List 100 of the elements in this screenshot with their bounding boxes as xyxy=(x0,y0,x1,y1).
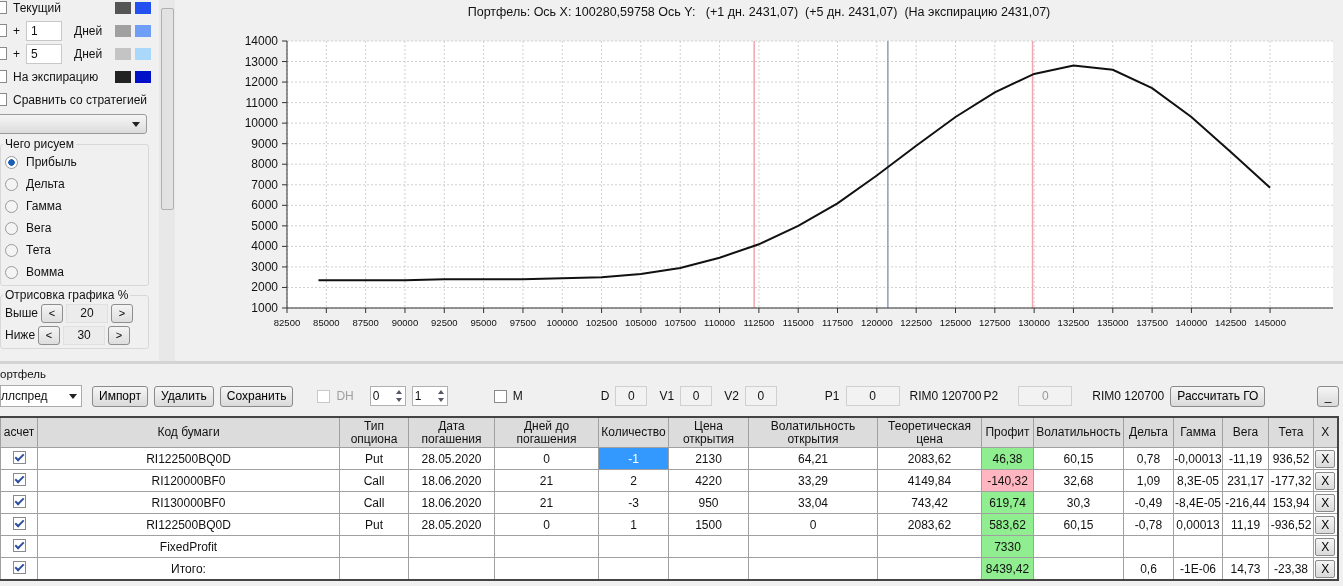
column-header[interactable]: Гамма xyxy=(1173,417,1223,448)
color-swatch[interactable] xyxy=(115,1,131,14)
column-header[interactable]: Профит xyxy=(981,417,1034,448)
column-header[interactable]: Волатильность xyxy=(1033,417,1124,448)
table-cell: RI122500BQ0D xyxy=(37,513,340,536)
radio-label: Вомма xyxy=(26,265,64,279)
radio-button[interactable] xyxy=(5,155,18,169)
tick-label: 132500 xyxy=(1057,317,1090,328)
tick-label: 110000 xyxy=(704,317,736,328)
checkbox[interactable] xyxy=(12,538,26,552)
decrease-button[interactable]: < xyxy=(38,325,61,345)
color-swatch[interactable] xyxy=(115,47,131,60)
column-header[interactable]: Код бумаги xyxy=(37,417,340,448)
increase-button[interactable]: > xyxy=(108,325,131,345)
column-header[interactable]: Дельта xyxy=(1123,417,1174,448)
price-field[interactable]: 0 xyxy=(845,386,900,406)
table-cell: RI130000BF0 xyxy=(37,491,340,514)
delete-button[interactable]: X xyxy=(1315,471,1336,490)
color-swatch[interactable] xyxy=(135,24,151,37)
tick-label: 137500 xyxy=(1136,317,1168,328)
delete-button[interactable]: X xyxy=(1315,493,1336,512)
checkbox[interactable] xyxy=(12,494,26,508)
tick-label: 6000 xyxy=(251,198,278,213)
range-value: 30 xyxy=(63,325,106,345)
scrollbar[interactable] xyxy=(159,0,175,361)
minimize-button[interactable]: _ xyxy=(1317,385,1339,407)
column-header[interactable]: Тип опциона xyxy=(339,417,409,448)
value-field[interactable]: 0 xyxy=(744,386,777,406)
column-header[interactable]: Цена открытия xyxy=(668,417,749,448)
column-header[interactable]: Дата погашения xyxy=(408,417,495,448)
column-header[interactable]: Теоретическая цена xyxy=(877,417,982,448)
column-header[interactable]: Волатильность открытия xyxy=(748,417,878,448)
toolbar-button[interactable]: Сохранить xyxy=(219,385,294,407)
table-cell: FixedProfit xyxy=(37,535,340,558)
field-label: V1 xyxy=(659,389,675,403)
tick-label: 145000 xyxy=(1254,317,1286,328)
tick-label: 3000 xyxy=(251,259,278,274)
radio-button[interactable] xyxy=(5,265,18,279)
color-swatch[interactable] xyxy=(135,70,151,83)
tick-label: 10000 xyxy=(244,116,278,131)
column-header[interactable]: Вега xyxy=(1222,417,1269,448)
strategy-dropdown[interactable] xyxy=(0,114,147,134)
checkbox[interactable] xyxy=(12,472,26,486)
color-swatch[interactable] xyxy=(115,24,131,37)
delete-button[interactable]: X xyxy=(1315,449,1336,468)
days-label: Дней xyxy=(74,23,103,38)
days-label: Дней xyxy=(74,46,103,61)
tick-label: 92500 xyxy=(431,317,458,328)
toolbar-button[interactable]: Удалить xyxy=(153,385,214,407)
checkbox[interactable] xyxy=(12,560,26,574)
increase-button[interactable]: > xyxy=(110,303,133,323)
tick-label: 125000 xyxy=(939,317,972,328)
radio-button[interactable] xyxy=(5,243,18,257)
caret-icon xyxy=(69,393,77,399)
column-header[interactable]: асчет xyxy=(0,417,38,448)
column-header[interactable]: X xyxy=(1313,417,1338,448)
column-header[interactable]: Тета xyxy=(1268,417,1314,448)
tick-label: 12000 xyxy=(244,75,278,90)
tick-label: 13000 xyxy=(244,54,278,69)
tick-label: 11000 xyxy=(245,95,278,110)
toolbar-button[interactable]: Импорт xyxy=(92,385,148,407)
tick-label: 127500 xyxy=(978,317,1011,328)
tick-label: 122500 xyxy=(900,317,932,328)
delete-button[interactable]: X xyxy=(1315,537,1336,556)
checkbox[interactable] xyxy=(12,450,26,464)
tick-label: 7000 xyxy=(251,177,278,192)
spin-box[interactable]: 0 xyxy=(369,386,406,406)
radio-label: Тета xyxy=(26,243,51,257)
tick-label: 107500 xyxy=(664,317,697,328)
checkbox[interactable] xyxy=(493,389,507,403)
decrease-button[interactable]: < xyxy=(40,303,63,323)
days-input[interactable]: 1 xyxy=(26,20,62,41)
spin-box[interactable]: 1 xyxy=(411,386,448,406)
radio-button[interactable] xyxy=(5,221,18,235)
days-input[interactable]: 5 xyxy=(26,43,62,64)
tick-label: 14000 xyxy=(244,34,278,48)
range-label: Ниже xyxy=(5,328,36,342)
column-header[interactable]: Дней до погашения xyxy=(494,417,599,448)
radio-button[interactable] xyxy=(5,199,18,213)
color-swatch[interactable] xyxy=(135,47,151,60)
range-value: 20 xyxy=(65,303,108,323)
tick-label: 102500 xyxy=(585,317,618,328)
table-cell: Итого: xyxy=(37,557,340,580)
value-field[interactable]: 0 xyxy=(680,386,713,406)
strategy-dropdown[interactable]: ллспред xyxy=(0,385,82,407)
radio-label: Дельта xyxy=(26,177,65,191)
tick-label: 97500 xyxy=(509,317,537,328)
field-label: P2 xyxy=(983,389,999,403)
color-swatch[interactable] xyxy=(135,1,151,14)
checkbox[interactable] xyxy=(12,516,26,530)
radio-button[interactable] xyxy=(5,177,18,191)
value-field[interactable]: 0 xyxy=(615,386,648,406)
group-title: ортфель xyxy=(0,367,47,382)
group-title: Чего рисуем xyxy=(4,137,75,151)
column-header[interactable]: Количество xyxy=(598,417,669,448)
delete-button[interactable]: X xyxy=(1315,559,1336,578)
caret-icon xyxy=(132,121,140,127)
color-swatch[interactable] xyxy=(115,70,131,83)
calculate-button[interactable]: Рассчитать ГО xyxy=(1170,385,1266,407)
delete-button[interactable]: X xyxy=(1315,515,1336,534)
